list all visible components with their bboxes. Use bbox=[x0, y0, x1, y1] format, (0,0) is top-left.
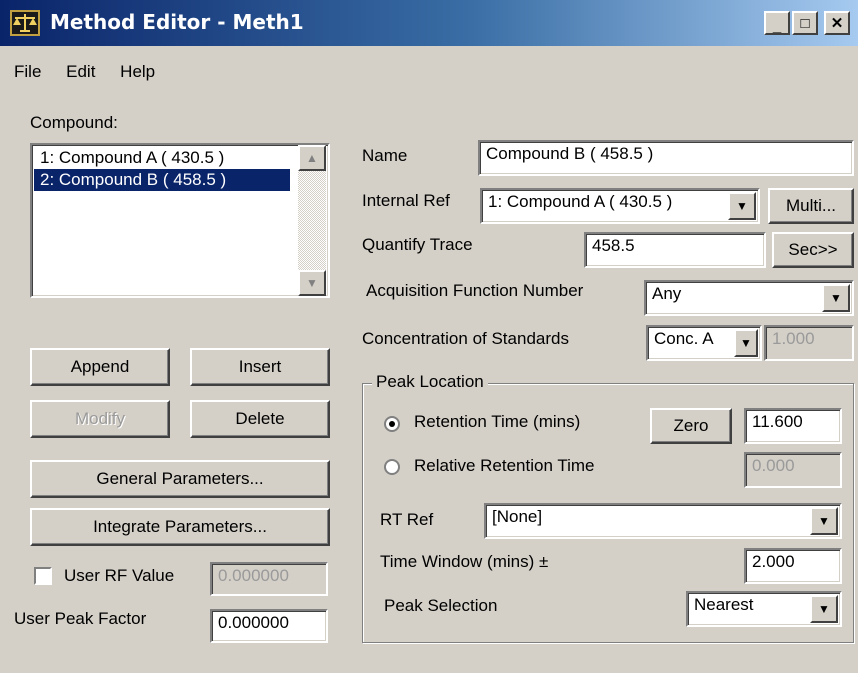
close-button[interactable]: ✕ bbox=[824, 11, 850, 35]
time-window-field[interactable]: 2.000 bbox=[744, 548, 842, 584]
acquisition-function-dropdown-button[interactable]: ▼ bbox=[822, 284, 850, 312]
retention-time-label: Retention Time (mins) bbox=[414, 412, 581, 431]
peak-selection-label: Peak Selection bbox=[384, 596, 498, 615]
menu-edit[interactable]: Edit bbox=[66, 62, 95, 81]
internal-ref-dropdown-button[interactable]: ▼ bbox=[728, 192, 756, 220]
down-arrow-icon: ▼ bbox=[306, 276, 318, 290]
rt-ref-dropdown[interactable]: [None] ▼ bbox=[484, 503, 842, 539]
list-item-selected[interactable]: 2: Compound B ( 458.5 ) bbox=[34, 169, 290, 191]
retention-time-radio[interactable] bbox=[384, 416, 400, 432]
rt-ref-dropdown-button[interactable]: ▼ bbox=[810, 507, 838, 535]
maximize-button[interactable]: □ bbox=[792, 11, 818, 35]
delete-button[interactable]: Delete bbox=[190, 400, 330, 438]
maximize-icon: □ bbox=[800, 14, 810, 32]
compound-list[interactable]: 1: Compound A ( 430.5 ) 2: Compound B ( … bbox=[30, 143, 330, 298]
compound-label: Compound: bbox=[30, 113, 118, 132]
minimize-icon: _ bbox=[772, 17, 782, 35]
menu-help[interactable]: Help bbox=[120, 62, 155, 81]
minimize-button[interactable]: _ bbox=[764, 11, 790, 35]
rt-ref-value: [None] bbox=[492, 507, 543, 526]
insert-button[interactable]: Insert bbox=[190, 348, 330, 386]
user-rf-field[interactable]: 0.000000 bbox=[210, 562, 328, 596]
quantify-trace-label: Quantify Trace bbox=[362, 235, 473, 254]
menu-bar: File Edit Help bbox=[14, 62, 175, 82]
multi-button[interactable]: Multi... bbox=[768, 188, 854, 224]
list-scrollbar[interactable]: ▲ ▼ bbox=[298, 145, 326, 296]
rt-ref-label: RT Ref bbox=[380, 510, 434, 529]
title-bar[interactable]: Method Editor - Meth1 _ □ ✕ bbox=[0, 0, 858, 46]
user-peak-factor-label: User Peak Factor bbox=[14, 609, 147, 628]
concentration-value: Conc. A bbox=[654, 329, 714, 348]
relative-retention-time-label: Relative Retention Time bbox=[414, 456, 595, 475]
peak-selection-dropdown[interactable]: Nearest ▼ bbox=[686, 591, 842, 627]
append-button[interactable]: Append bbox=[30, 348, 170, 386]
user-rf-label: User RF Value bbox=[64, 566, 175, 585]
balance-scale-icon bbox=[10, 10, 40, 36]
user-rf-checkbox[interactable] bbox=[34, 567, 52, 585]
chevron-down-icon: ▼ bbox=[736, 199, 748, 213]
chevron-down-icon: ▼ bbox=[830, 291, 842, 305]
acquisition-function-dropdown[interactable]: Any ▼ bbox=[644, 280, 854, 316]
peak-selection-dropdown-button[interactable]: ▼ bbox=[810, 595, 838, 623]
name-field[interactable]: Compound B ( 458.5 ) bbox=[478, 140, 854, 176]
retention-time-field[interactable]: 11.600 bbox=[744, 408, 842, 444]
time-window-label: Time Window (mins) ± bbox=[380, 552, 549, 571]
window-title: Method Editor - Meth1 bbox=[50, 10, 304, 34]
acquisition-function-label: Acquisition Function Number bbox=[366, 281, 584, 300]
general-parameters-button[interactable]: General Parameters... bbox=[30, 460, 330, 498]
quantify-trace-field[interactable]: 458.5 bbox=[584, 232, 766, 268]
up-arrow-icon: ▲ bbox=[306, 151, 318, 165]
user-peak-factor-field[interactable]: 0.000000 bbox=[210, 609, 328, 643]
peak-selection-value: Nearest bbox=[694, 595, 754, 614]
acquisition-function-value: Any bbox=[652, 284, 682, 303]
list-item[interactable]: 1: Compound A ( 430.5 ) bbox=[34, 147, 326, 169]
close-icon: ✕ bbox=[830, 14, 844, 32]
concentration-label: Concentration of Standards bbox=[362, 329, 569, 348]
chevron-down-icon: ▼ bbox=[818, 602, 830, 616]
modify-button[interactable]: Modify bbox=[30, 400, 170, 438]
chevron-down-icon: ▼ bbox=[818, 514, 830, 528]
sec-button[interactable]: Sec>> bbox=[772, 232, 854, 268]
relative-retention-time-field[interactable]: 0.000 bbox=[744, 452, 842, 488]
method-editor-window: Method Editor - Meth1 _ □ ✕ File Edit He… bbox=[0, 0, 858, 673]
internal-ref-dropdown[interactable]: 1: Compound A ( 430.5 ) ▼ bbox=[480, 188, 760, 224]
peak-location-label: Peak Location bbox=[372, 372, 488, 392]
scroll-up-button[interactable]: ▲ bbox=[298, 145, 326, 171]
menu-file[interactable]: File bbox=[14, 62, 41, 81]
concentration-amount-field[interactable]: 1.000 bbox=[764, 325, 854, 361]
concentration-dropdown[interactable]: Conc. A ▼ bbox=[646, 325, 762, 361]
relative-retention-time-radio[interactable] bbox=[384, 459, 400, 475]
chevron-down-icon: ▼ bbox=[740, 336, 752, 350]
integrate-parameters-button[interactable]: Integrate Parameters... bbox=[30, 508, 330, 546]
internal-ref-value: 1: Compound A ( 430.5 ) bbox=[488, 192, 673, 211]
scroll-down-button[interactable]: ▼ bbox=[298, 270, 326, 296]
internal-ref-label: Internal Ref bbox=[362, 191, 450, 210]
concentration-dropdown-button[interactable]: ▼ bbox=[734, 329, 758, 357]
name-label: Name bbox=[362, 146, 408, 165]
zero-button[interactable]: Zero bbox=[650, 408, 732, 444]
